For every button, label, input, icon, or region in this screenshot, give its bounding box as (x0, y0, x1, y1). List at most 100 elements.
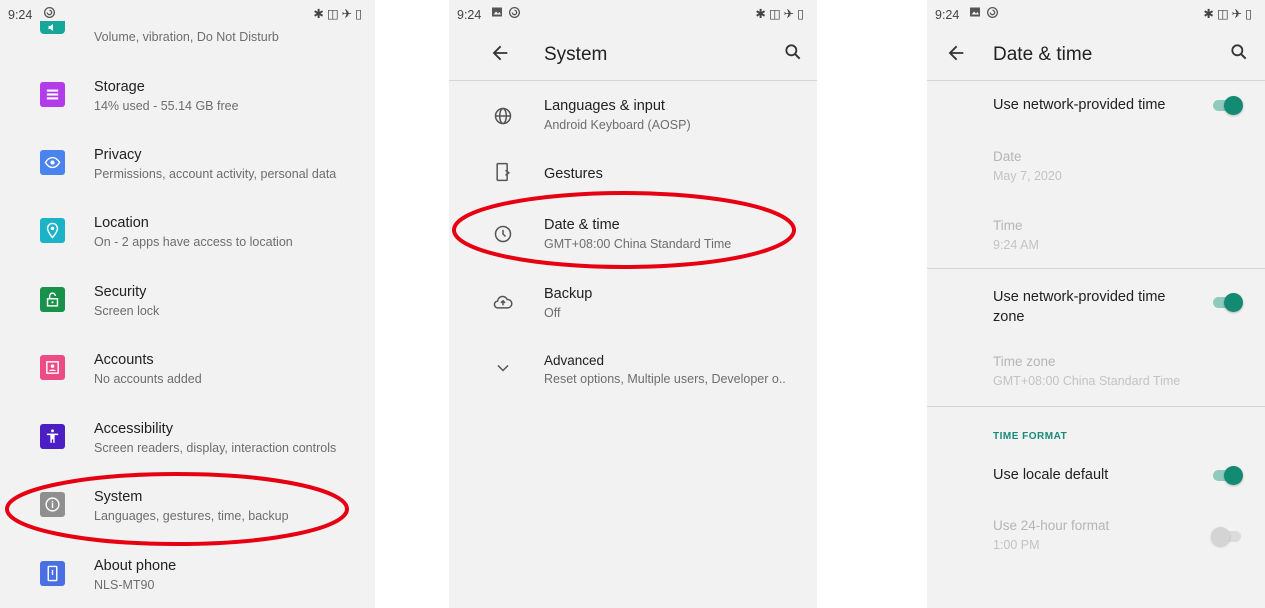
status-icons: ✱◫✈▯ (313, 6, 365, 21)
system-item-advanced[interactable]: Advanced Reset options, Multiple users, … (449, 345, 817, 393)
sound-icon (40, 21, 65, 34)
system-item-title: Advanced (544, 353, 605, 368)
status-bar: 9:24 ✱◫✈▯ (449, 0, 817, 26)
system-item-sub: Android Keyboard (AOSP) (544, 118, 691, 132)
accounts-icon (40, 355, 65, 380)
bluetooth-icon: ✱ (1203, 7, 1217, 21)
status-icons: ✱◫✈▯ (1203, 6, 1255, 21)
toolbar: Date & time (927, 28, 1265, 81)
settings-item-accounts[interactable]: Accounts No accounts added (0, 345, 375, 405)
system-item-title: Languages & input (544, 98, 665, 114)
system-item-sub: Reset options, Multiple users, Developer… (544, 372, 786, 386)
locale-default-toggle[interactable] (1211, 465, 1243, 485)
system-item-gestures[interactable]: Gestures (449, 150, 817, 198)
section-header-time-format: TIME FORMAT (993, 431, 1068, 442)
cloud-upload-icon (493, 295, 513, 309)
format-24-toggle (1211, 526, 1243, 546)
privacy-icon (40, 150, 65, 175)
network-time-zone-toggle[interactable] (1211, 292, 1243, 312)
bluetooth-icon: ✱ (313, 7, 327, 21)
accessibility-icon (40, 424, 65, 449)
format-24-label: Use 24-hour format (993, 518, 1110, 533)
settings-item-accessibility[interactable]: Accessibility Screen readers, display, i… (0, 414, 375, 474)
system-item-title: Backup (544, 286, 593, 302)
bluetooth-icon: ✱ (755, 7, 769, 21)
vibrate-icon: ◫ (768, 7, 784, 21)
settings-item-sub: 14% used - 55.14 GB free (94, 99, 239, 113)
system-item-title: Date & time (544, 217, 620, 233)
settings-item-title: Security (94, 284, 147, 300)
divider (927, 406, 1265, 407)
image-status-icon (970, 7, 980, 17)
settings-item-sub: No accounts added (94, 372, 202, 386)
clock-icon (494, 225, 512, 243)
settings-item-title: Privacy (94, 147, 142, 163)
status-time: 9:24 (457, 8, 482, 22)
vibrate-icon: ◫ (1216, 7, 1232, 21)
time-zone-value: GMT+08:00 China Standard Time (993, 374, 1181, 388)
image-status-icon (492, 7, 502, 17)
airplane-icon: ✈ (1231, 7, 1246, 21)
network-time-toggle[interactable] (1211, 95, 1243, 115)
battery-icon: ▯ (1245, 7, 1255, 21)
settings-item-sub: Volume, vibration, Do Not Disturb (94, 30, 279, 44)
status-bar: 9:24 ✱◫✈▯ (927, 0, 1265, 26)
search-icon[interactable] (1229, 42, 1249, 62)
settings-item-sub: Permissions, account activity, personal … (94, 167, 337, 181)
settings-item-sub: Languages, gestures, time, backup (94, 509, 289, 523)
vibrate-icon: ◫ (326, 7, 342, 21)
settings-item-sound[interactable]: Volume, vibration, Do Not Disturb (0, 20, 375, 80)
settings-screen: 9:24 ✱◫✈▯ Volume, vibration, Do Not Dist… (0, 0, 375, 608)
settings-item-sub: On - 2 apps have access to location (94, 235, 293, 249)
settings-item-system[interactable]: System Languages, gestures, time, backup (0, 482, 375, 542)
date-label: Date (993, 149, 1022, 164)
location-icon (40, 218, 65, 243)
info-icon (40, 492, 65, 517)
page-title: Date & time (993, 44, 1093, 65)
airplane-icon: ✈ (341, 7, 356, 21)
network-time-label: Use network-provided time (993, 97, 1166, 113)
system-screen: 9:24 ✱◫✈▯ System Languages & input Andro… (449, 0, 817, 608)
globe-icon (494, 107, 512, 125)
storage-icon (40, 82, 65, 107)
settings-item-sub: Screen lock (94, 304, 160, 318)
battery-icon: ▯ (797, 7, 807, 21)
locale-default-label: Use locale default (993, 467, 1109, 483)
toolbar: System (449, 28, 817, 81)
settings-item-security[interactable]: Security Screen lock (0, 277, 375, 337)
settings-item-title: Accessibility (94, 421, 173, 437)
back-arrow-icon[interactable] (489, 42, 511, 64)
date-value: May 7, 2020 (993, 169, 1062, 183)
airplane-icon: ✈ (783, 7, 798, 21)
settings-item-about-phone[interactable]: About phone NLS-MT90 (0, 551, 375, 608)
page-title: System (544, 44, 608, 65)
sync-status-icon (43, 6, 56, 19)
settings-item-storage[interactable]: Storage 14% used - 55.14 GB free (0, 72, 375, 132)
settings-item-title: About phone (94, 558, 177, 574)
settings-item-privacy[interactable]: Privacy Permissions, account activity, p… (0, 140, 375, 200)
system-item-backup[interactable]: Backup Off (449, 278, 817, 326)
settings-item-title: Location (94, 215, 149, 231)
settings-item-location[interactable]: Location On - 2 apps have access to loca… (0, 208, 375, 268)
settings-item-sub: Screen readers, display, interaction con… (94, 441, 337, 455)
phone-icon (40, 561, 65, 586)
settings-item-title: Accounts (94, 352, 154, 368)
system-item-title: Gestures (544, 166, 603, 182)
system-item-languages[interactable]: Languages & input Android Keyboard (AOSP… (449, 92, 817, 140)
sync-status-icon (508, 6, 521, 19)
status-icons: ✱◫✈▯ (755, 6, 807, 21)
system-item-sub: GMT+08:00 China Standard Time (544, 237, 732, 251)
gestures-icon (496, 162, 511, 182)
time-value: 9:24 AM (993, 238, 1039, 252)
time-zone-label: Time zone (993, 354, 1056, 369)
date-time-screen: 9:24 ✱◫✈▯ Date & time Use network-provid… (927, 0, 1265, 608)
network-time-zone-label: Use network-provided time zone (993, 289, 1166, 325)
back-arrow-icon[interactable] (945, 42, 967, 64)
settings-item-sub: NLS-MT90 (94, 578, 155, 592)
battery-icon: ▯ (355, 7, 365, 21)
search-icon[interactable] (783, 42, 803, 62)
settings-item-title: Storage (94, 79, 145, 95)
sync-status-icon (986, 6, 999, 19)
system-item-date-time[interactable]: Date & time GMT+08:00 China Standard Tim… (449, 210, 817, 258)
divider (927, 268, 1265, 269)
